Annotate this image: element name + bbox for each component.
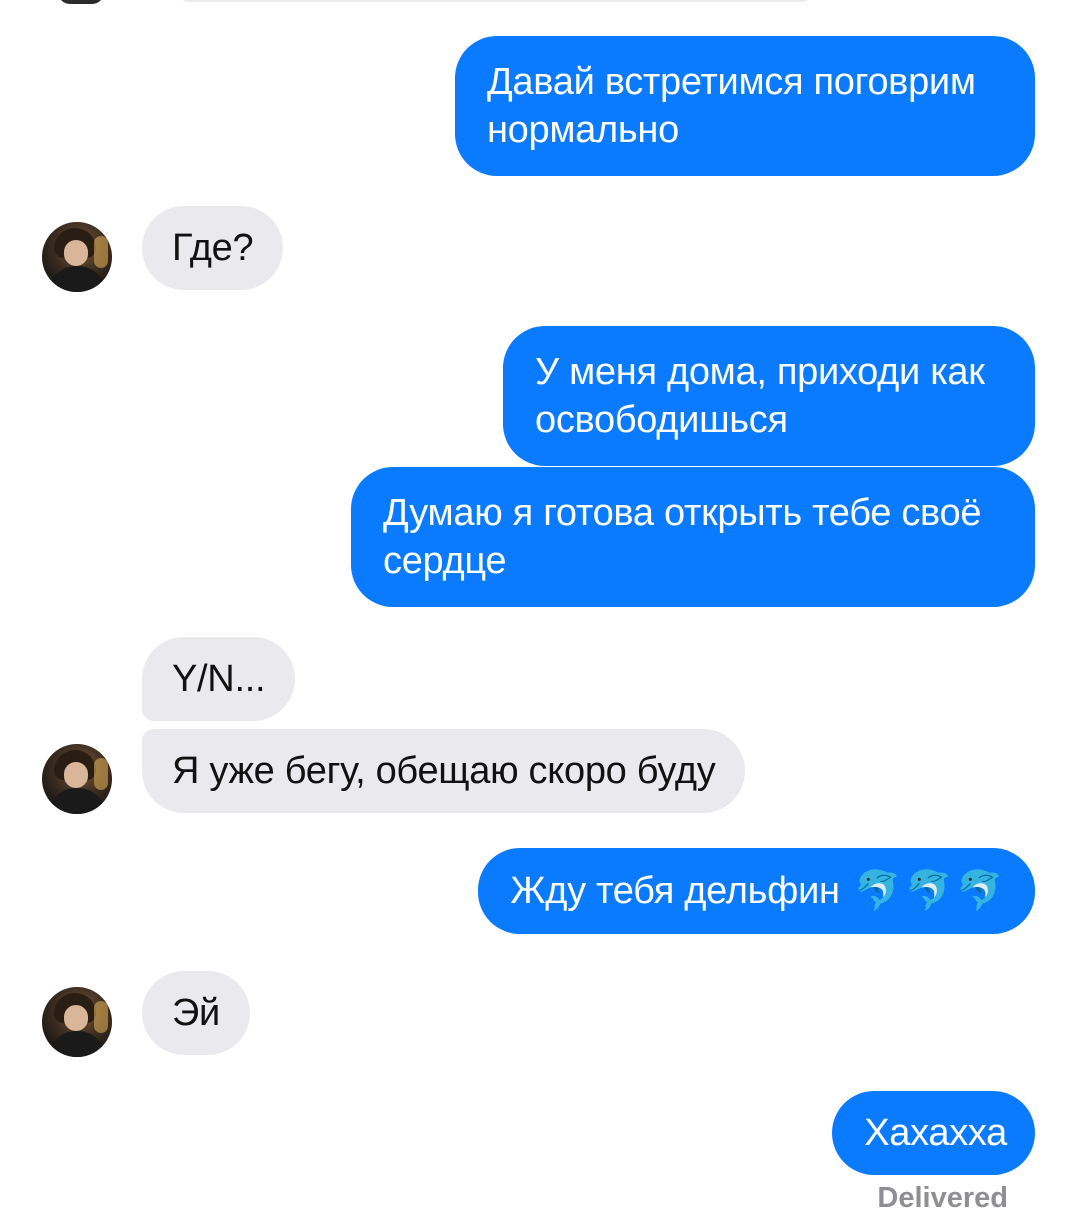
outgoing-message[interactable]: Думаю я готова открыть тебе своё сердце <box>351 467 1035 607</box>
contact-avatar[interactable] <box>42 987 112 1057</box>
message-line: освободишься <box>535 399 788 441</box>
message-line: У меня дома, приходи как <box>535 351 985 393</box>
incoming-message[interactable]: Y/N... <box>142 637 296 721</box>
message-text: Хахахха <box>864 1112 1007 1154</box>
contact-avatar[interactable] <box>42 744 112 814</box>
outgoing-message[interactable]: У меня дома, приходи как освободишься <box>503 326 1035 466</box>
incoming-message[interactable]: Эй <box>142 971 250 1055</box>
outgoing-message[interactable]: Жду тебя дельфин 🐬 🐬 🐬 <box>478 848 1035 934</box>
dolphin-icon: 🐬 <box>955 870 1003 912</box>
message-line: Давай встретимся поговрим <box>487 61 976 103</box>
dolphin-icon: 🐬 <box>904 870 952 912</box>
bubble-fragment <box>180 0 810 2</box>
message-text: Жду тебя дельфин <box>510 870 840 912</box>
dolphin-icon: 🐬 <box>853 870 901 912</box>
message-text: Эй <box>172 992 220 1034</box>
incoming-message[interactable]: Где? <box>142 206 284 290</box>
message-text: Я уже бегу, обещаю скоро буду <box>172 750 716 792</box>
outgoing-message[interactable]: Давай встретимся поговрим нормально <box>455 36 1035 176</box>
outgoing-message[interactable]: Хахахха <box>832 1091 1035 1175</box>
message-line: нормально <box>487 109 679 151</box>
delivery-status: Delivered <box>877 1182 1008 1214</box>
message-text: Y/N... <box>172 658 266 700</box>
incoming-message[interactable]: Я уже бегу, обещаю скоро буду <box>142 729 746 813</box>
contact-avatar[interactable] <box>42 222 112 292</box>
avatar-fragment <box>58 0 104 4</box>
message-line: сердце <box>383 540 507 582</box>
message-text: Где? <box>172 227 254 269</box>
message-line: Думаю я готова открыть тебе своё <box>383 492 982 534</box>
previous-message-fragment <box>0 0 1080 6</box>
